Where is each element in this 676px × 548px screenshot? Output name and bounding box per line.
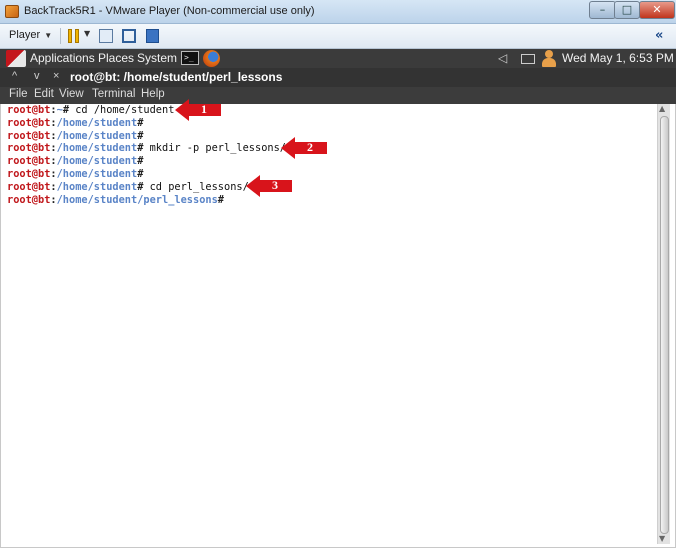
prompt-user: root@bt [7, 180, 51, 193]
volume-icon[interactable]: ◁ [498, 51, 507, 65]
panel-clock[interactable]: Wed May 1, 6:53 PM [562, 51, 674, 65]
terminal-close-icon[interactable]: × [53, 70, 59, 82]
terminal-scrollbar[interactable]: ▲ ▼ [657, 104, 670, 544]
scrollbar-thumb[interactable] [660, 116, 669, 534]
command-text: cd /home/student [69, 104, 175, 116]
terminal-line: root@bt:/home/student# [7, 155, 286, 168]
prompt-user: root@bt [7, 129, 51, 142]
annotation-arrow-1: 1 [175, 99, 221, 121]
prompt-path: /home/student [56, 155, 138, 168]
window-menu-down-icon[interactable]: v [34, 70, 40, 82]
prompt-user: root@bt [7, 167, 51, 180]
terminal-lines: root@bt:~# cd /home/student root@bt:/hom… [7, 104, 286, 206]
prompt-hash: # [137, 129, 144, 142]
vmware-title-bar: BackTrack5R1 - VMware Player (Non-commer… [0, 0, 676, 24]
annotation-number: 2 [307, 140, 313, 154]
terminal-output[interactable]: root@bt:~# cd /home/student root@bt:/hom… [0, 104, 676, 548]
toolbar-divider [60, 28, 61, 44]
command-text: cd perl_lessons/ [143, 180, 249, 193]
menu-help[interactable]: Help [141, 88, 165, 100]
terminal-line: root@bt:/home/student# [7, 168, 286, 181]
window-title: BackTrack5R1 - VMware Player (Non-commer… [24, 5, 315, 17]
scroll-down-icon[interactable]: ▼ [659, 534, 665, 543]
user-icon[interactable] [541, 50, 557, 67]
prompt-hash: # [217, 193, 224, 206]
unity-mode-icon[interactable] [146, 29, 159, 43]
backtrack-logo-icon[interactable] [6, 50, 26, 67]
annotation-number: 1 [201, 102, 207, 116]
terminal-line: root@bt:/home/student/perl_lessons# [7, 194, 286, 207]
mail-icon[interactable] [521, 54, 535, 64]
prompt-path: /home/student [56, 167, 138, 180]
close-button[interactable]: ✕ [639, 1, 675, 19]
terminal-title-bar: ^ v × root@bt: /home/student/perl_lesson… [0, 68, 676, 87]
menu-terminal[interactable]: Terminal [92, 88, 135, 100]
collapse-toolbar-icon[interactable]: « [655, 28, 663, 43]
gnome-top-panel: Applications Places System >_ ◁ Wed May … [0, 49, 676, 68]
terminal-line: root@bt:/home/student# [7, 130, 286, 143]
terminal-line: root@bt:/home/student# cd perl_lessons/ [7, 181, 286, 194]
system-menu[interactable]: System [137, 51, 177, 65]
terminal-line: root@bt:~# cd /home/student [7, 104, 286, 117]
prompt-path: /home/student [56, 180, 138, 193]
scroll-up-icon[interactable]: ▲ [659, 104, 665, 113]
prompt-user: root@bt [7, 142, 51, 155]
annotation-number: 3 [272, 178, 278, 192]
player-menu-button[interactable]: Player ▼ [9, 29, 52, 41]
prompt-path: /home/student [56, 142, 138, 155]
prompt-user: root@bt [7, 104, 51, 116]
maximize-button[interactable]: □ [614, 1, 640, 19]
command-text: mkdir -p perl_lessons/ [143, 142, 286, 155]
player-menu-label: Player [9, 29, 41, 41]
chevron-down-icon: ▼ [44, 31, 53, 40]
prompt-hash: # [137, 155, 144, 168]
window-menu-up-icon[interactable]: ^ [12, 70, 17, 82]
prompt-user: root@bt [7, 116, 51, 129]
fullscreen-icon[interactable] [122, 29, 136, 43]
pause-menu-chevron-icon[interactable]: ▼ [84, 29, 90, 38]
network-devices-icon[interactable] [99, 29, 113, 43]
vmware-app-icon [5, 5, 19, 18]
firefox-launcher-icon[interactable] [203, 50, 220, 67]
minimize-button[interactable]: – [589, 1, 616, 19]
prompt-user: root@bt [7, 155, 51, 168]
menu-edit[interactable]: Edit [34, 88, 54, 100]
terminal-line: root@bt:/home/student# mkdir -p perl_les… [7, 142, 286, 155]
annotation-arrow-3: 3 [246, 175, 292, 197]
terminal-line: root@bt:/home/student# [7, 117, 286, 130]
prompt-hash: # [137, 116, 144, 129]
menu-file[interactable]: File [9, 88, 28, 100]
applications-menu[interactable]: Applications [30, 51, 95, 65]
terminal-launcher-icon[interactable]: >_ [181, 51, 199, 65]
prompt-path: /home/student/perl_lessons [56, 193, 218, 206]
pause-icon[interactable] [68, 29, 80, 43]
prompt-hash: # [137, 167, 144, 180]
menu-view[interactable]: View [59, 88, 84, 100]
annotation-arrow-2: 2 [281, 137, 327, 159]
terminal-menu-bar: File Edit View Terminal Help [0, 87, 676, 104]
prompt-path: /home/student [56, 129, 138, 142]
prompt-path: /home/student [56, 116, 138, 129]
places-menu[interactable]: Places [98, 51, 134, 65]
prompt-user: root@bt [7, 193, 51, 206]
player-toolbar: Player ▼ ▼ « [0, 24, 676, 49]
terminal-title: root@bt: /home/student/perl_lessons [70, 70, 283, 84]
